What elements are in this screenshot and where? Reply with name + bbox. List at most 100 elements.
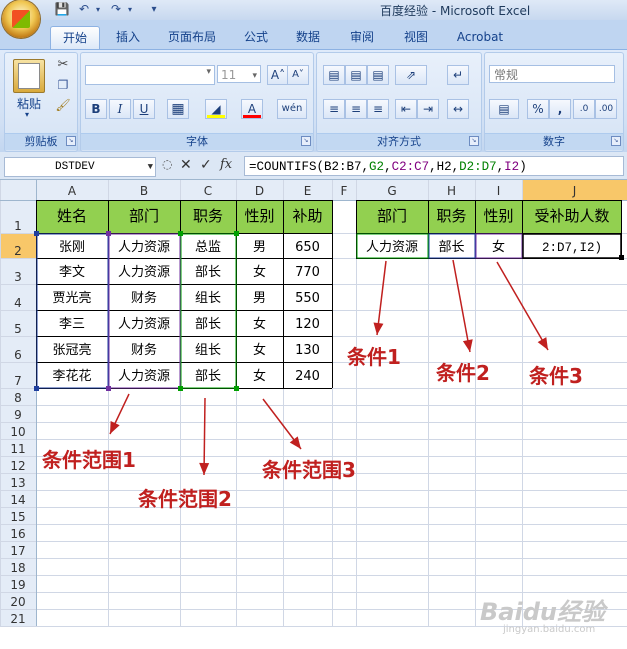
table2-cell: 人力资源 bbox=[366, 240, 418, 255]
increase-decimal-icon[interactable]: .0 bbox=[573, 99, 595, 119]
number-launcher-icon[interactable]: ↘ bbox=[611, 136, 621, 146]
table1-cell: 女 bbox=[253, 368, 266, 384]
align-center-icon[interactable]: ≡ bbox=[345, 99, 367, 119]
row-header-9: 9 bbox=[14, 408, 22, 422]
clipboard-launcher-icon[interactable]: ↘ bbox=[66, 136, 76, 146]
fill-handle[interactable] bbox=[619, 255, 624, 260]
table1-header: 职务 bbox=[193, 207, 223, 225]
format-painter-icon[interactable]: 🖌 bbox=[55, 97, 71, 113]
percent-icon[interactable]: % bbox=[527, 99, 549, 119]
font-group: ▾ 11 ▾ A˄ A˅ B I U ▦ ◢ A wén 字体 ↘ bbox=[80, 52, 314, 152]
phonetic-icon[interactable]: wén bbox=[277, 99, 307, 119]
number-format-select[interactable]: 常规 bbox=[489, 65, 615, 83]
splitter-icon[interactable]: ◌ bbox=[162, 157, 174, 175]
borders-icon[interactable]: ▦ bbox=[167, 99, 189, 119]
table1-cell: 人力资源 bbox=[118, 317, 170, 332]
align-left-icon[interactable]: ≡ bbox=[323, 99, 345, 119]
font-size-dropdown-icon[interactable]: ▾ bbox=[252, 67, 257, 85]
window-title: 百度经验 - Microsoft Excel bbox=[380, 4, 531, 18]
formula-part: , bbox=[429, 160, 437, 174]
tab-page-layout[interactable]: 页面布局 bbox=[158, 26, 226, 48]
font-name-select[interactable]: ▾ bbox=[85, 65, 215, 85]
table2-cell: 2:D7,I2) bbox=[542, 241, 602, 255]
table1-cell: 张刚 bbox=[59, 240, 85, 255]
column-header-e: E bbox=[304, 184, 312, 198]
formula-part: G2 bbox=[369, 160, 385, 174]
insert-function-icon[interactable]: fx bbox=[220, 157, 232, 172]
orientation-icon[interactable]: ⇗ bbox=[395, 65, 427, 85]
name-box-value: DSTDEV bbox=[55, 161, 95, 173]
tab-formulas[interactable]: 公式 bbox=[234, 26, 278, 48]
decrease-indent-icon[interactable]: ⇤ bbox=[395, 99, 417, 119]
font-launcher-icon[interactable]: ↘ bbox=[301, 136, 311, 146]
tab-data[interactable]: 数据 bbox=[286, 26, 330, 48]
range-highlight-d-handle bbox=[234, 231, 239, 236]
redo-dropdown-icon[interactable]: ▾ bbox=[122, 2, 138, 17]
annotation-range2: 条件范围2 bbox=[138, 487, 232, 511]
customize-qat-icon[interactable]: ▾ bbox=[146, 2, 162, 17]
table1-cell: 部长 bbox=[195, 369, 221, 384]
font-name-dropdown-icon[interactable]: ▾ bbox=[206, 67, 211, 77]
enter-icon[interactable]: ✓ bbox=[200, 157, 212, 173]
font-size-select[interactable]: 11 ▾ bbox=[217, 65, 261, 83]
office-button[interactable] bbox=[2, 0, 40, 38]
cancel-icon[interactable]: ✕ bbox=[180, 157, 192, 173]
annotation-cond1: 条件1 bbox=[347, 345, 401, 369]
row-header-4: 4 bbox=[14, 296, 22, 310]
arrow-cond3-head bbox=[537, 337, 548, 350]
table1-cell: 240 bbox=[295, 369, 320, 384]
row-header-3: 3 bbox=[14, 270, 22, 284]
align-bottom-icon[interactable]: ▤ bbox=[367, 65, 389, 85]
table2-header: 性别 bbox=[483, 207, 513, 225]
table1-header: 姓名 bbox=[57, 207, 87, 225]
tab-insert[interactable]: 插入 bbox=[106, 26, 150, 48]
annotation-range1: 条件范围1 bbox=[42, 448, 136, 472]
range-highlight-b-handle bbox=[34, 386, 39, 391]
wrap-text-icon[interactable]: ↵ bbox=[447, 65, 469, 85]
increase-indent-icon[interactable]: ⇥ bbox=[417, 99, 439, 119]
cut-icon[interactable]: ✂ bbox=[55, 57, 71, 73]
row-header-19: 19 bbox=[10, 578, 25, 592]
formula-part: , bbox=[361, 160, 370, 174]
shrink-font-icon[interactable]: A˅ bbox=[287, 65, 309, 85]
merge-center-icon[interactable]: ↔ bbox=[447, 99, 469, 119]
copy-icon[interactable]: ❐ bbox=[55, 77, 71, 93]
decrease-decimal-icon[interactable]: .00 bbox=[595, 99, 617, 119]
range-highlight-d-handle bbox=[178, 386, 183, 391]
table1-cell: 人力资源 bbox=[118, 240, 170, 255]
table2-header: 受补助人数 bbox=[534, 207, 609, 225]
formula-input[interactable]: =COUNTIFS(B2:B7,G2,C2:C7,H2,D2:D7,I2) bbox=[244, 156, 624, 176]
name-box-dropdown-icon[interactable]: ▼ bbox=[148, 158, 153, 176]
tab-review[interactable]: 审阅 bbox=[340, 26, 384, 48]
underline-icon[interactable]: U bbox=[133, 99, 155, 119]
range-highlight-b-handle bbox=[34, 231, 39, 236]
table1-cell: 770 bbox=[295, 265, 320, 280]
table1-cell: 部长 bbox=[195, 265, 221, 280]
table2-cell: 女 bbox=[492, 239, 505, 255]
align-middle-icon[interactable]: ▤ bbox=[345, 65, 367, 85]
fill-color-swatch bbox=[207, 115, 225, 118]
row-header-1: 1 bbox=[14, 219, 22, 233]
clipboard-group: 粘贴 ▾ ✂ ❐ 🖌 剪贴板 ↘ bbox=[4, 52, 78, 152]
row-header-7: 7 bbox=[14, 374, 22, 388]
name-box[interactable]: DSTDEV ▼ bbox=[4, 157, 156, 177]
arrow-cond2 bbox=[452, 259, 471, 353]
align-top-icon[interactable]: ▤ bbox=[323, 65, 345, 85]
italic-icon[interactable]: I bbox=[109, 99, 131, 119]
bold-icon[interactable]: B bbox=[85, 99, 107, 119]
formula-part: C2:C7 bbox=[391, 160, 430, 174]
tab-view[interactable]: 视图 bbox=[394, 26, 438, 48]
comma-style-icon[interactable]: , bbox=[549, 99, 571, 119]
row-header-16: 16 bbox=[10, 527, 25, 541]
tab-home[interactable]: 开始 bbox=[50, 26, 100, 49]
paste-dropdown-icon[interactable]: ▾ bbox=[25, 110, 29, 119]
grow-font-icon[interactable]: A˄ bbox=[267, 65, 289, 85]
undo-dropdown-icon[interactable]: ▾ bbox=[90, 2, 106, 17]
align-right-icon[interactable]: ≡ bbox=[367, 99, 389, 119]
accounting-format-icon[interactable]: ▤ bbox=[489, 99, 519, 119]
tab-acrobat[interactable]: Acrobat bbox=[450, 26, 510, 48]
alignment-group: ▤ ▤ ▤ ⇗ ↵ ≡ ≡ ≡ ⇤ ⇥ ↔ 对齐方式 ↘ bbox=[316, 52, 482, 152]
save-icon[interactable]: 💾 bbox=[54, 2, 70, 17]
baidu-watermark-url: jingyan.baidu.com bbox=[503, 624, 596, 635]
alignment-launcher-icon[interactable]: ↘ bbox=[469, 136, 479, 146]
